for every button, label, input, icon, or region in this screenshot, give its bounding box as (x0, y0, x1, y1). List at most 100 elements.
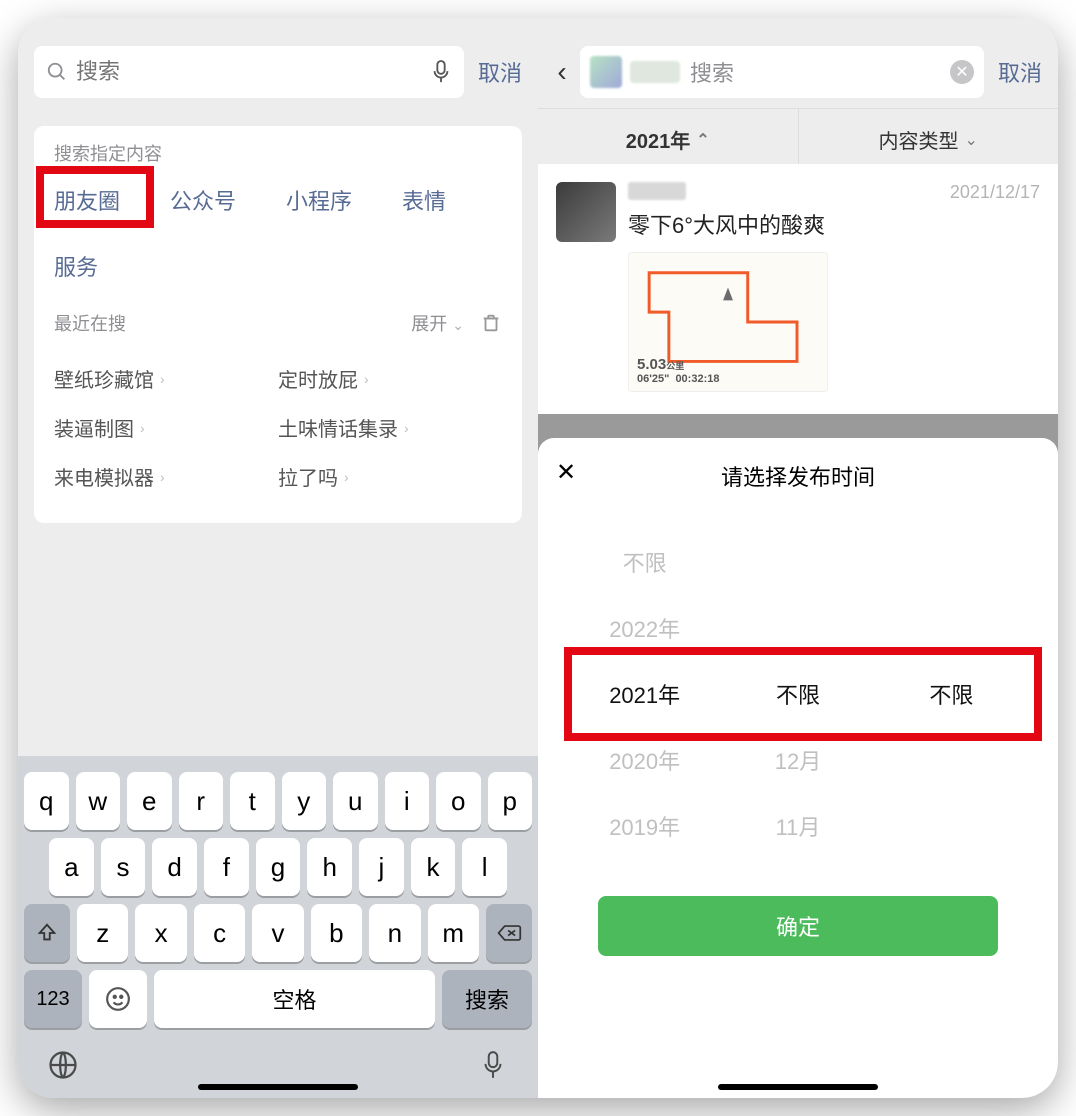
picker-item[interactable]: 不限 (568, 529, 721, 595)
recent-item[interactable]: 土味情话集录› (278, 403, 502, 452)
numeric-key[interactable]: 123 (24, 970, 82, 1028)
picker-item[interactable] (875, 793, 1028, 859)
sheet-title: 请选择发布时间 (721, 465, 875, 490)
key-u[interactable]: u (333, 772, 378, 830)
category-row: 朋友圈 公众号 小程序 表情 服务 (54, 184, 502, 282)
recent-item[interactable]: 拉了吗› (278, 452, 502, 501)
key-l[interactable]: l (462, 838, 507, 896)
key-g[interactable]: g (256, 838, 301, 896)
emoji-icon (105, 986, 131, 1012)
key-h[interactable]: h (307, 838, 352, 896)
feed-item: 2021/12/17 零下6°大风中的酸爽 (538, 164, 1058, 414)
home-indicator (198, 1084, 358, 1090)
clear-button[interactable]: ✕ (950, 60, 974, 84)
dictation-icon[interactable] (478, 1050, 508, 1080)
key-i[interactable]: i (385, 772, 430, 830)
picker-col-year[interactable]: 不限2022年2021年2020年2019年 (568, 544, 721, 844)
key-q[interactable]: q (24, 772, 69, 830)
picker-item[interactable]: 11月 (721, 793, 874, 859)
key-e[interactable]: e (127, 772, 172, 830)
key-m[interactable]: m (428, 904, 479, 962)
chevron-right-icon: › (404, 420, 409, 436)
globe-icon[interactable] (48, 1050, 78, 1080)
key-f[interactable]: f (204, 838, 249, 896)
backspace-icon (496, 922, 522, 944)
cat-service[interactable]: 服务 (54, 250, 98, 282)
picker-col-month[interactable]: 不限12月11月 (721, 544, 874, 844)
key-c[interactable]: c (194, 904, 245, 962)
picker-item[interactable] (721, 595, 874, 661)
sheet-header: ✕ 请选择发布时间 (538, 438, 1058, 514)
picker-item[interactable] (875, 529, 1028, 595)
recent-item[interactable]: 装逼制图› (54, 403, 278, 452)
key-z[interactable]: z (77, 904, 128, 962)
recent-item[interactable]: 壁纸珍藏馆› (54, 354, 278, 403)
key-p[interactable]: p (488, 772, 533, 830)
key-v[interactable]: v (252, 904, 303, 962)
search-key[interactable]: 搜索 (442, 970, 532, 1028)
picker-item[interactable] (875, 727, 1028, 793)
key-r[interactable]: r (179, 772, 224, 830)
recent-item[interactable]: 来电模拟器› (54, 452, 278, 501)
expand-button[interactable]: 展开 ⌄ (411, 310, 464, 336)
cancel-button[interactable]: 取消 (464, 56, 522, 88)
cat-sticker[interactable]: 表情 (402, 184, 446, 216)
key-a[interactable]: a (49, 838, 94, 896)
key-n[interactable]: n (369, 904, 420, 962)
left-screen: 取消 搜索指定内容 朋友圈 公众号 小程序 表情 服务 最近在搜 (18, 18, 538, 1098)
mic-icon[interactable] (430, 59, 452, 85)
filter-year[interactable]: 2021年⌃ (538, 109, 798, 170)
section-title: 搜索指定内容 (54, 140, 502, 166)
confirm-button[interactable]: 确定 (598, 896, 998, 956)
picker-item[interactable] (721, 529, 874, 595)
map-thumbnail[interactable]: 5.03公里 06'25" 00:32:18 (628, 252, 828, 392)
key-d[interactable]: d (152, 838, 197, 896)
key-j[interactable]: j (359, 838, 404, 896)
feed-author-redacted (628, 182, 686, 200)
search-bar[interactable]: 搜索 ✕ (580, 46, 984, 98)
back-button[interactable]: ‹ (550, 56, 580, 88)
picker-item[interactable]: 2019年 (568, 793, 721, 859)
emoji-key[interactable] (89, 970, 147, 1028)
key-k[interactable]: k (411, 838, 456, 896)
home-indicator (718, 1084, 878, 1090)
feed-date: 2021/12/17 (950, 182, 1040, 203)
trash-icon[interactable] (480, 312, 502, 334)
key-t[interactable]: t (230, 772, 275, 830)
picker-item[interactable]: 2021年 (568, 661, 721, 727)
key-y[interactable]: y (282, 772, 327, 830)
date-picker[interactable]: 不限2022年2021年2020年2019年 不限12月11月 不限 (538, 514, 1058, 874)
recent-title: 最近在搜 (54, 310, 126, 336)
picker-item[interactable]: 2022年 (568, 595, 721, 661)
picker-item[interactable] (875, 595, 1028, 661)
cat-moments[interactable]: 朋友圈 (54, 184, 120, 216)
backspace-key[interactable] (486, 904, 532, 962)
user-name-redacted (630, 61, 680, 83)
cat-official[interactable]: 公众号 (170, 184, 236, 216)
key-w[interactable]: w (76, 772, 121, 830)
search-bar[interactable] (34, 46, 464, 98)
filter-type[interactable]: 内容类型⌄ (799, 109, 1059, 170)
cancel-button[interactable]: 取消 (984, 56, 1042, 88)
picker-item[interactable]: 不限 (721, 661, 874, 727)
search-input[interactable] (68, 59, 430, 85)
key-s[interactable]: s (101, 838, 146, 896)
key-b[interactable]: b (311, 904, 362, 962)
recent-item[interactable]: 定时放屁› (278, 354, 502, 403)
filter-year-label: 2021年 (626, 125, 691, 154)
key-o[interactable]: o (436, 772, 481, 830)
picker-item[interactable]: 12月 (721, 727, 874, 793)
recent-header: 最近在搜 展开 ⌄ (54, 310, 502, 336)
key-x[interactable]: x (135, 904, 186, 962)
date-picker-sheet: ✕ 请选择发布时间 不限2022年2021年2020年2019年 不限12月11… (538, 438, 1058, 1098)
space-key[interactable]: 空格 (154, 970, 435, 1028)
cat-miniapp[interactable]: 小程序 (286, 184, 352, 216)
picker-item[interactable]: 不限 (875, 661, 1028, 727)
chevron-right-icon: › (364, 371, 369, 387)
shift-icon (36, 922, 58, 944)
close-button[interactable]: ✕ (556, 458, 576, 487)
picker-item[interactable]: 2020年 (568, 727, 721, 793)
keyboard[interactable]: qwertyuiop asdfghjkl zxcvbnm 123 (18, 756, 538, 1098)
picker-col-day[interactable]: 不限 (875, 544, 1028, 844)
shift-key[interactable] (24, 904, 70, 962)
